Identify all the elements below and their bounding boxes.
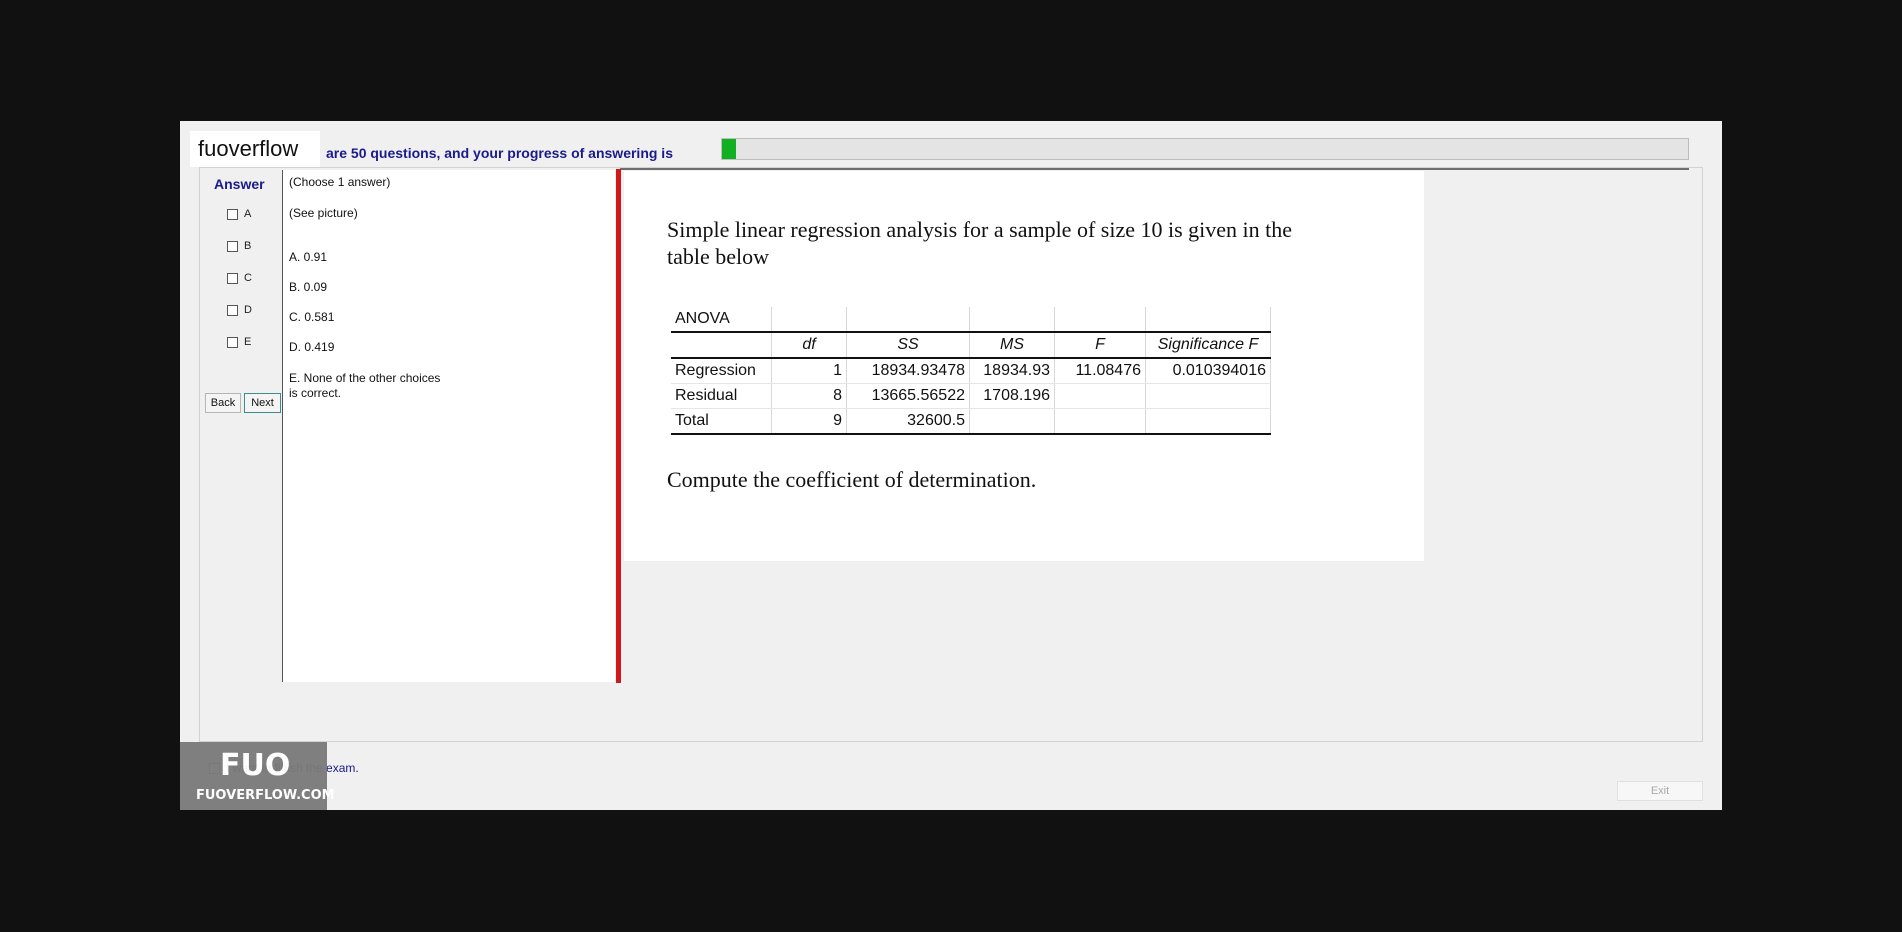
picture-prompt: Compute the coefficient of determination… xyxy=(667,467,1037,492)
back-button[interactable]: Back xyxy=(205,393,241,413)
table-cell xyxy=(1054,307,1146,333)
table-cell: Total xyxy=(671,408,772,435)
watermark-logo-text: FUO xyxy=(220,748,291,783)
progress-text: are 50 questions, and your progress of a… xyxy=(326,145,673,161)
table-title: ANOVA xyxy=(671,307,772,333)
table-cell xyxy=(969,307,1055,333)
see-picture-text: (See picture) xyxy=(289,206,358,220)
choice-e-text: E. None of the other choices xyxy=(289,371,441,385)
table-cell xyxy=(771,307,847,333)
table-header: MS xyxy=(969,332,1055,359)
table-cell: 1708.196 xyxy=(969,383,1055,409)
table-cell xyxy=(969,408,1055,435)
watermark-logo: FUO FUOVERFLOW.COM xyxy=(180,742,335,810)
option-label: C xyxy=(244,272,252,284)
progress-bar xyxy=(721,138,1689,160)
picture-intro-line1: Simple linear regression analysis for a … xyxy=(667,217,1293,242)
table-cell: 0.010394016 xyxy=(1145,358,1271,384)
option-label: D xyxy=(244,304,252,316)
table-header: F xyxy=(1054,332,1146,359)
option-d[interactable]: D xyxy=(227,304,252,316)
option-label: A xyxy=(244,208,252,220)
table-header xyxy=(671,332,772,359)
table-row: Total 9 32600.5 xyxy=(671,408,1271,435)
choice-d-text: D. 0.419 xyxy=(289,340,335,354)
picture-intro-line2: table below xyxy=(667,244,770,269)
option-label: E xyxy=(244,336,252,348)
answer-heading: Answer xyxy=(214,176,265,192)
exam-window: fuoverflow are 50 questions, and your pr… xyxy=(180,121,1722,810)
table-row: Residual 8 13665.56522 1708.196 xyxy=(671,383,1271,409)
table-cell: 13665.56522 xyxy=(846,383,970,409)
table-header: SS xyxy=(846,332,970,359)
option-e[interactable]: E xyxy=(227,336,251,348)
picture-top-border xyxy=(620,168,1689,170)
choice-e-text-cont: is correct. xyxy=(289,386,342,400)
table-cell xyxy=(846,307,970,333)
brand-logo: fuoverflow xyxy=(190,131,320,167)
checkbox-d[interactable] xyxy=(227,304,238,316)
table-cell xyxy=(1145,408,1271,435)
table-cell: 18934.93 xyxy=(969,358,1055,384)
choice-b-text: B. 0.09 xyxy=(289,280,328,294)
checkbox-b[interactable] xyxy=(227,240,238,252)
table-cell: 11.08476 xyxy=(1054,358,1146,384)
table-cell xyxy=(1145,383,1271,409)
watermark-site-text: FUOVERFLOW.COM xyxy=(196,788,335,803)
choice-c-text: C. 0.581 xyxy=(289,310,335,324)
question-instruction: (Choose 1 answer) xyxy=(289,175,391,189)
checkbox-a[interactable] xyxy=(227,208,238,220)
table-cell: 18934.93478 xyxy=(846,358,970,384)
anova-table: ANOVA df SS MS F Significance F Regressi… xyxy=(671,307,1271,435)
choice-a-text: A. 0.91 xyxy=(289,250,328,264)
next-button[interactable]: Next xyxy=(244,393,281,413)
table-header: df xyxy=(771,332,847,359)
option-label: B xyxy=(244,240,252,252)
table-row: Regression 1 18934.93478 18934.93 11.084… xyxy=(671,358,1271,384)
table-cell: 32600.5 xyxy=(846,408,970,435)
table-cell: Regression xyxy=(671,358,772,384)
exit-button[interactable]: Exit xyxy=(1617,781,1703,801)
table-cell xyxy=(1145,307,1271,333)
table-cell: 1 xyxy=(771,358,847,384)
table-cell: 8 xyxy=(771,383,847,409)
option-c[interactable]: C xyxy=(227,272,252,284)
progress-fill xyxy=(722,139,737,159)
checkbox-e[interactable] xyxy=(227,336,238,348)
splitter-handle[interactable] xyxy=(616,169,621,683)
option-b[interactable]: B xyxy=(227,240,251,252)
table-header-row: df SS MS F Significance F xyxy=(671,332,1271,359)
question-text-panel: (Choose 1 answer) (See picture) A. 0.91 … xyxy=(282,170,615,682)
table-cell xyxy=(1054,383,1146,409)
table-header: Significance F xyxy=(1145,332,1271,359)
table-cell: 9 xyxy=(771,408,847,435)
table-cell: Residual xyxy=(671,383,772,409)
option-a[interactable]: A xyxy=(227,208,251,220)
table-cell xyxy=(1054,408,1146,435)
question-picture: Simple linear regression analysis for a … xyxy=(624,171,1424,561)
checkbox-c[interactable] xyxy=(227,272,238,284)
